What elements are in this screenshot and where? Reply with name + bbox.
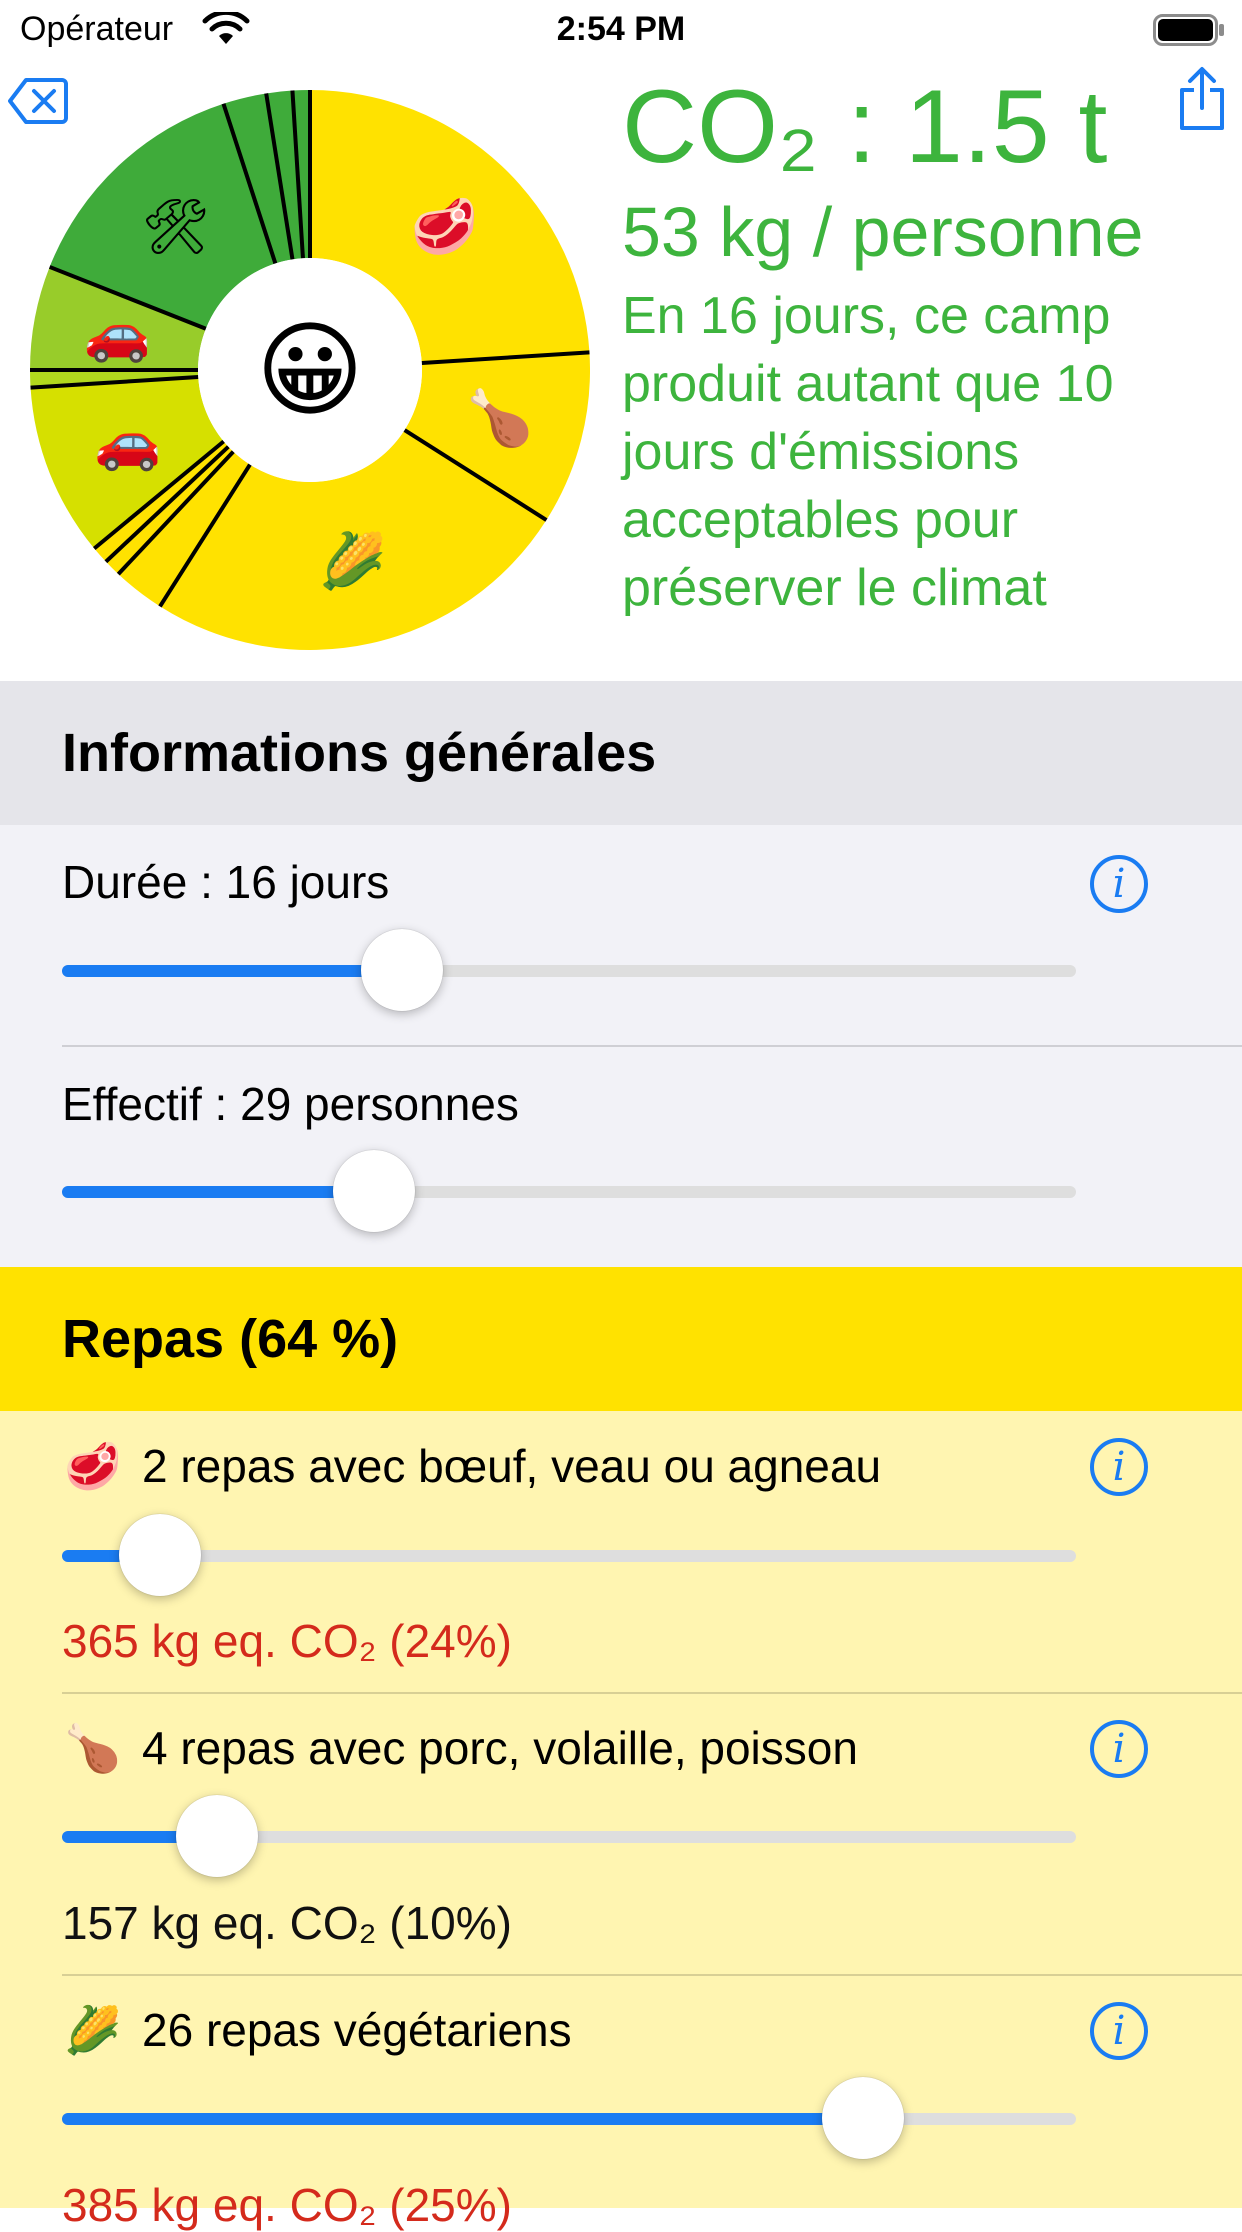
meals-panel: 🥩 2 repas avec bœuf, veau ou agneau i 365… bbox=[0, 1411, 1242, 2231]
info-icon[interactable]: i bbox=[1090, 2002, 1148, 2060]
battery-icon bbox=[1153, 14, 1224, 46]
general-section-header: Informations générales bbox=[0, 681, 1242, 825]
pie-segment-emoji: 🥩 bbox=[411, 196, 478, 259]
meal-row-label: 🍗 4 repas avec porc, volaille, poisson bbox=[62, 1721, 858, 1776]
info-icon[interactable]: i bbox=[1090, 1720, 1148, 1778]
divider bbox=[62, 1045, 1242, 1047]
headcount-label: Effectif : 29 personnes bbox=[62, 1078, 519, 1130]
slider-thumb[interactable] bbox=[333, 1150, 416, 1232]
beef-meals-value: 365 kg eq. CO₂ (24%) bbox=[62, 1615, 512, 1667]
slider-thumb[interactable] bbox=[822, 2077, 905, 2159]
smiley-face-icon: 😀 bbox=[256, 313, 364, 429]
co2-total-title: CO₂ : 1.5 t bbox=[622, 69, 1108, 185]
per-person-value: 53 kg / personne bbox=[622, 193, 1144, 271]
meals-section-header: Repas (64 %) bbox=[0, 1267, 1242, 1411]
climate-comparison-text: En 16 jours, ce camp produit autant que … bbox=[622, 287, 1114, 617]
pie-segment-emoji: 🍗 bbox=[466, 388, 533, 449]
emissions-donut-chart: 🥩 🍗 🌽 🚗 🚗 🛠 😀 bbox=[30, 90, 590, 650]
info-icon[interactable]: i bbox=[1090, 855, 1148, 913]
pie-segment-emoji: 🚗 bbox=[94, 412, 161, 472]
pork-poultry-fish-meals-label: 4 repas avec porc, volaille, poisson bbox=[142, 1722, 858, 1774]
info-icon[interactable]: i bbox=[1090, 1438, 1148, 1496]
divider bbox=[62, 1974, 1242, 1976]
vegetarian-meals-value: 385 kg eq. CO₂ (25%) bbox=[62, 2179, 512, 2231]
pork-poultry-fish-value: 157 kg eq. CO₂ (10%) bbox=[62, 1897, 512, 1949]
section-title: Repas (64 %) bbox=[62, 1309, 399, 1369]
poultry-leg-icon: 🍗 bbox=[64, 1722, 122, 1774]
slider-thumb[interactable] bbox=[176, 1795, 259, 1877]
duration-label: Durée : 16 jours bbox=[62, 856, 390, 908]
status-time: 2:54 PM bbox=[556, 10, 686, 48]
beef-meals-slider[interactable] bbox=[62, 1514, 1076, 1596]
status-bar: Opérateur 2:54 PM bbox=[0, 0, 1242, 60]
share-icon[interactable] bbox=[1174, 66, 1230, 132]
meal-row-label: 🌽 26 repas végétariens bbox=[62, 2003, 572, 2058]
headcount-slider[interactable] bbox=[62, 1150, 1076, 1232]
steak-icon: 🥩 bbox=[64, 1440, 122, 1492]
divider bbox=[62, 1692, 1242, 1694]
beef-meals-label: 2 repas avec bœuf, veau ou agneau bbox=[142, 1440, 882, 1492]
duration-slider[interactable] bbox=[62, 929, 1076, 1011]
pie-segment-emoji: 🚗 bbox=[84, 303, 151, 363]
corn-icon: 🌽 bbox=[64, 2004, 122, 2056]
section-title: Informations générales bbox=[62, 723, 657, 783]
pork-poultry-fish-slider[interactable] bbox=[62, 1795, 1076, 1877]
meal-row-label: 🥩 2 repas avec bœuf, veau ou agneau bbox=[62, 1439, 881, 1494]
general-panel: Durée : 16 jours i Effectif : 29 personn… bbox=[0, 825, 1242, 1267]
pie-segment-emoji: 🌽 bbox=[319, 528, 386, 591]
vegetarian-meals-slider[interactable] bbox=[62, 2077, 1076, 2159]
vegetarian-meals-label: 26 repas végétariens bbox=[142, 2004, 572, 2056]
pie-segment-emoji: 🛠 bbox=[142, 197, 211, 257]
slider-thumb[interactable] bbox=[119, 1514, 202, 1596]
slider-thumb[interactable] bbox=[360, 929, 443, 1011]
